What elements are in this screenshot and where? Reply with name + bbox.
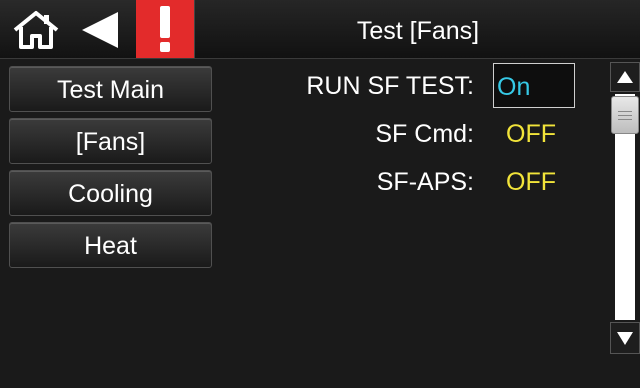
triangle-up-icon bbox=[617, 71, 633, 83]
sf-cmd-label: SF Cmd: bbox=[375, 120, 474, 148]
hmi-screen: Test [Fans] Test Main [Fans] Cooling Hea… bbox=[0, 0, 640, 388]
sidebar-item-cooling[interactable]: Cooling bbox=[9, 170, 212, 216]
sf-cmd-value: OFF bbox=[506, 120, 556, 148]
alarm-exclamation-icon bbox=[160, 6, 170, 52]
top-bar: Test [Fans] bbox=[0, 0, 640, 59]
home-icon bbox=[13, 11, 59, 49]
sf-aps-label: SF-APS: bbox=[376, 168, 474, 196]
sidebar-item-test-main[interactable]: Test Main bbox=[9, 66, 212, 112]
run-sf-test-input[interactable]: On bbox=[493, 63, 575, 108]
back-arrow-icon bbox=[82, 12, 118, 48]
triangle-down-icon bbox=[617, 332, 633, 345]
run-sf-test-label: RUN SF TEST: bbox=[306, 72, 474, 100]
thumb-grip bbox=[618, 119, 632, 120]
scroll-down-button[interactable] bbox=[610, 322, 640, 354]
page-title: Test [Fans] bbox=[194, 0, 640, 58]
thumb-grip bbox=[618, 111, 632, 112]
home-button[interactable] bbox=[12, 10, 60, 50]
scrollbar-thumb[interactable] bbox=[611, 96, 639, 134]
alarm-button[interactable] bbox=[136, 0, 194, 58]
back-button[interactable] bbox=[78, 10, 122, 50]
sf-aps-value: OFF bbox=[506, 168, 556, 196]
scroll-up-button[interactable] bbox=[610, 62, 640, 92]
sidebar-item-fans[interactable]: [Fans] bbox=[9, 118, 212, 164]
thumb-grip bbox=[618, 115, 632, 116]
sidebar-item-heat[interactable]: Heat bbox=[9, 222, 212, 268]
